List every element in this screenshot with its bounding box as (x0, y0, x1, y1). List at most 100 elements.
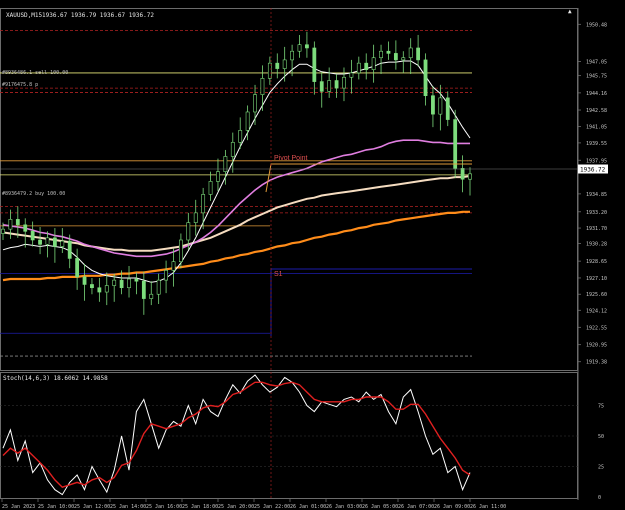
time-tick-label: 25 Jan 20:00 (218, 504, 254, 510)
candle-body (260, 78, 265, 95)
candle-body (342, 76, 346, 89)
candle-body (408, 47, 413, 59)
candle-body (468, 173, 472, 180)
candle-body (8, 219, 13, 230)
time-tick-label: 25 Jan 10:00 (38, 504, 74, 510)
candle-body (171, 261, 176, 271)
order-label-3: #8936479.2 buy 100.00 (2, 191, 65, 197)
price-tick-label: 1942.58 (586, 108, 607, 114)
candle-body (141, 280, 146, 299)
candle-body (38, 239, 42, 245)
order-label-2: #9176475.8 p (2, 82, 38, 88)
candle-body (305, 44, 309, 49)
candle-body (319, 81, 324, 92)
candle-body (423, 59, 428, 97)
price-tick-label: 1934.85 (586, 192, 607, 198)
ohlc-values: 1936.67 1936.79 1936.67 1936.72 (42, 12, 154, 19)
stoch-tick-label: 75 (598, 404, 604, 410)
candle-body (445, 97, 450, 120)
candle-body (379, 50, 383, 59)
price-tick-label: 1941.05 (586, 125, 607, 131)
price-tick-label: 1925.60 (586, 292, 607, 298)
candle-body (371, 57, 376, 70)
candle-body (97, 287, 102, 293)
candle-body (416, 47, 421, 61)
candle-body (216, 171, 220, 182)
price-tick-label: 1920.95 (586, 343, 607, 349)
pivot-point-label: Pivot Point (274, 155, 308, 162)
time-tick-label: 26 Jan 11:00 (470, 504, 506, 510)
candle-body (119, 279, 124, 289)
candle-body (453, 119, 458, 169)
indicator-label: Stoch(14,6,3) 18.6062 14.9858 (3, 375, 108, 382)
candle-body (75, 258, 80, 278)
candle-body (90, 284, 94, 289)
candle-body (208, 181, 213, 195)
price-tick-label: 1931.70 (586, 226, 607, 232)
candle-body (364, 62, 369, 70)
candle-body (156, 279, 161, 295)
candle-body (438, 97, 443, 115)
candle-body (60, 240, 65, 247)
candle-body (104, 285, 109, 293)
time-tick-label: 26 Jan 05:00 (362, 504, 398, 510)
candle-body (238, 130, 243, 143)
price-tick-label: 1950.48 (586, 22, 607, 28)
price-tick-label: 1939.55 (586, 141, 607, 147)
candle-body (282, 59, 287, 69)
trading-chart[interactable]: XAUUSD,M15 1936.67 1936.79 1936.67 1936.… (0, 0, 625, 510)
price-tick-label: 1927.10 (586, 276, 607, 282)
candle-body (253, 94, 257, 113)
candle-body (186, 222, 191, 241)
candle-body (275, 62, 280, 69)
s1-label: S1 (274, 271, 283, 278)
candle-body (45, 237, 50, 245)
candle-body (431, 95, 435, 115)
price-tick-label: 1924.12 (586, 308, 607, 314)
candle-body (193, 212, 198, 223)
candle-body (112, 279, 117, 286)
price-tick-label: 1947.05 (586, 60, 607, 66)
price-tick-label: 1933.20 (586, 210, 607, 216)
price-tick-label: 1937.95 (586, 158, 607, 164)
candle-body (401, 57, 406, 61)
candle-body (393, 53, 398, 61)
candle-body (290, 50, 294, 61)
candle-body (1, 228, 5, 234)
price-tick-label: 1945.75 (586, 74, 607, 80)
time-tick-label: 26 Jan 09:00 (434, 504, 470, 510)
candle-body (297, 44, 302, 52)
price-tick-label: 1919.38 (586, 360, 607, 366)
order-label-1: #8936486.1 sell 100.00 (2, 70, 68, 76)
collapse-arrow-icon[interactable]: ▲ (568, 8, 572, 15)
candle-body (460, 168, 465, 180)
time-tick-label: 25 Jan 18:00 (182, 504, 218, 510)
candle-body (23, 224, 28, 232)
candle-body (327, 80, 332, 92)
candle-body (134, 278, 139, 282)
time-tick-label: 26 Jan 03:00 (326, 504, 362, 510)
time-tick-label: 25 Jan 22:00 (254, 504, 290, 510)
candle-body (201, 194, 206, 214)
stoch-tick-label: 25 (598, 465, 604, 471)
candle-body (149, 293, 154, 299)
candle-body (334, 80, 339, 89)
stoch-tick-label: 0 (598, 495, 601, 501)
time-tick-label: 25 Jan 16:00 (146, 504, 182, 510)
time-tick-label: 26 Jan 07:00 (398, 504, 434, 510)
price-tick-label: 1944.16 (586, 91, 607, 97)
candle-body (67, 240, 72, 259)
candle-body (386, 50, 391, 54)
time-tick-label: 25 Jan 2023 (2, 504, 35, 510)
price-tick-label: 1922.55 (586, 325, 607, 331)
candle-body (164, 270, 168, 281)
candle-body (312, 47, 317, 82)
candle-body (179, 239, 183, 262)
time-tick-label: 25 Jan 14:00 (110, 504, 146, 510)
time-tick-label: 25 Jan 12:00 (74, 504, 110, 510)
candle-body (127, 278, 131, 289)
time-tick-label: 26 Jan 01:00 (290, 504, 326, 510)
stoch-tick-label: 50 (598, 434, 604, 440)
candle-body (223, 156, 228, 172)
candle-body (15, 219, 20, 226)
